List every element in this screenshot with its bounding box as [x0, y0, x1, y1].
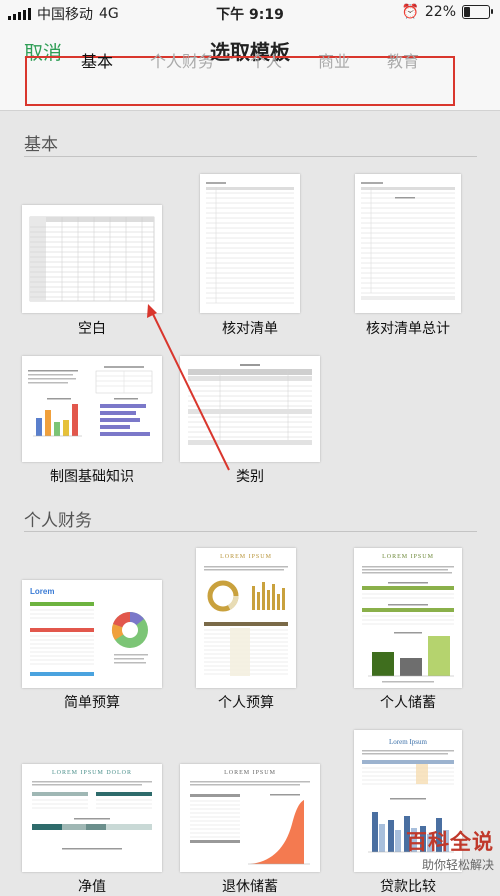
template-thumbnail: Lorem — [22, 580, 162, 688]
template-net-worth[interactable]: LOREM IPSUM DOLOR 净值 — [22, 764, 162, 895]
template-label: 核对清单 — [222, 321, 278, 337]
template-thumbnail: LOREM IPSUM — [196, 548, 296, 688]
template-thumbnail — [180, 356, 320, 462]
template-personal-budget[interactable]: LOREM IPSUM 个人预算 — [196, 548, 336, 712]
thumbnail-heading: LOREM IPSUM DOLOR — [51, 770, 132, 776]
template-checklist-total[interactable]: 核对清单总计 — [338, 174, 478, 340]
template-label: 制图基础知识 — [50, 469, 134, 485]
section-divider — [24, 156, 477, 157]
template-retirement-savings[interactable]: LOREM IPSUM 退休储蓄 — [180, 764, 320, 895]
template-thumbnail — [22, 205, 162, 313]
thumbnail-heading: LOREM IPSUM — [382, 554, 434, 560]
tab-business[interactable]: 商业 — [318, 48, 350, 72]
template-thumbnail: LOREM IPSUM — [180, 764, 320, 872]
template-label: 贷款比较 — [380, 879, 436, 895]
template-chart-basics[interactable]: 制图基础知识 — [22, 356, 162, 486]
template-label: 个人储蓄 — [380, 695, 436, 711]
template-checklist[interactable]: 核对清单 — [180, 174, 320, 340]
template-category[interactable]: 类别 — [180, 356, 320, 486]
battery-icon — [462, 5, 493, 19]
thumbnail-heading: Lorem — [30, 587, 55, 596]
template-blank[interactable]: 空白 — [22, 205, 162, 340]
template-label: 类别 — [236, 469, 264, 485]
template-thumbnail — [355, 174, 461, 313]
tab-personal[interactable]: 个人 — [250, 48, 282, 72]
tab-personal-finance[interactable]: 个人财务 — [150, 48, 214, 72]
template-thumbnail — [22, 356, 162, 462]
watermark: 百科全说 助你轻松解决 — [406, 826, 494, 873]
template-label: 核对清单总计 — [366, 321, 450, 337]
template-thumbnail: LOREM IPSUM DOLOR — [22, 764, 162, 872]
watermark-sub: 助你轻松解决 — [421, 858, 494, 872]
section-header-basic: 基本 — [24, 135, 58, 155]
template-thumbnail: LOREM IPSUM — [354, 548, 462, 688]
status-right: ⏰ 22% — [401, 4, 493, 20]
template-simple-budget[interactable]: Lorem 简单预算 — [22, 580, 162, 712]
status-bar: 中国移动 4G 下午 9:19 ⏰ 22% — [0, 0, 500, 26]
battery-percent: 22% — [424, 4, 456, 20]
template-personal-savings[interactable]: LOREM IPSUM 个人储蓄 — [354, 548, 494, 712]
template-label: 退休储蓄 — [222, 879, 278, 895]
template-label: 净值 — [78, 879, 106, 895]
tab-education[interactable]: 教育 — [387, 48, 419, 72]
tab-basic[interactable]: 基本 — [81, 48, 113, 72]
template-label: 简单预算 — [64, 695, 120, 711]
thumbnail-heading: Lorem Ipsum — [389, 738, 427, 746]
template-label: 个人预算 — [218, 695, 274, 711]
section-divider — [24, 531, 477, 532]
watermark-main: 百科全说 — [406, 830, 494, 854]
alarm-icon: ⏰ — [401, 4, 419, 20]
section-header-personal-finance: 个人财务 — [24, 511, 92, 531]
template-label: 空白 — [78, 321, 106, 337]
template-thumbnail — [200, 174, 300, 313]
thumbnail-heading: LOREM IPSUM — [220, 554, 272, 560]
thumbnail-heading: LOREM IPSUM — [224, 770, 276, 776]
